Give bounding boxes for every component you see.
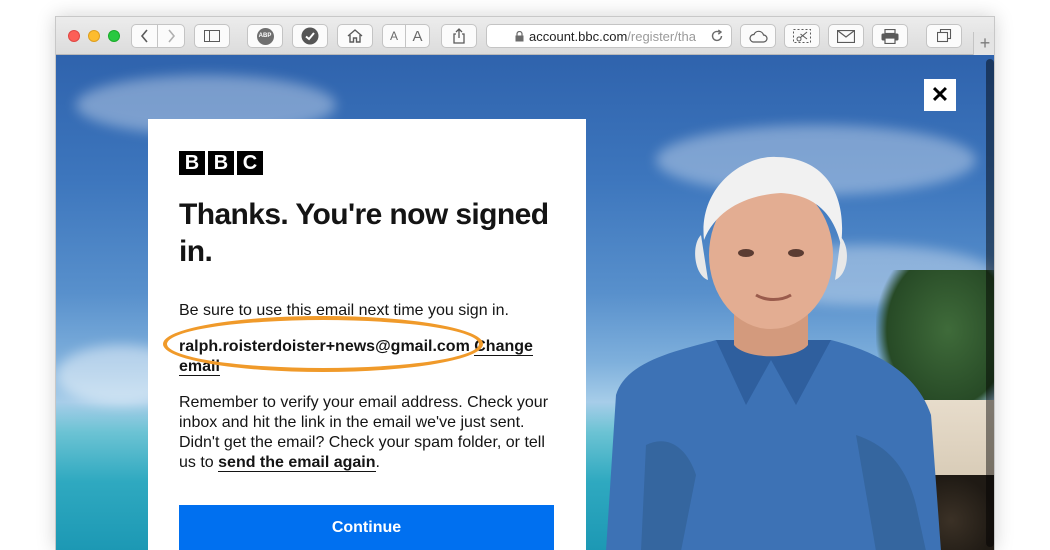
- address-path: /register/tha: [627, 28, 696, 44]
- continue-button[interactable]: Continue: [179, 505, 554, 550]
- tabs-overview-icon: [936, 29, 951, 43]
- font-smaller-button[interactable]: A: [383, 25, 407, 47]
- icloud-tabs-button[interactable]: [740, 24, 776, 48]
- adblock-icon: ABP: [256, 27, 274, 45]
- browser-window: ABP A A account.bbc.com/register/tha + ✕…: [55, 16, 995, 550]
- email-display: ralph.roisterdoister+news@gmail.com Chan…: [179, 337, 559, 377]
- window-close-button[interactable]: [68, 30, 80, 42]
- close-button[interactable]: ✕: [924, 79, 956, 111]
- verify-text: Remember to verify your email address. C…: [179, 393, 559, 473]
- signed-in-email: ralph.roisterdoister+news@gmail.com: [179, 338, 470, 355]
- font-size-group: A A: [382, 24, 430, 48]
- share-button[interactable]: [441, 24, 477, 48]
- back-button[interactable]: [132, 25, 159, 47]
- intro-text: Be sure to use this email next time you …: [179, 302, 509, 319]
- presenter-photo: [606, 156, 941, 550]
- font-larger-button[interactable]: A: [406, 25, 429, 47]
- cloud-icon: [749, 30, 768, 43]
- home-icon: [347, 29, 363, 43]
- chevron-right-icon: [167, 29, 175, 43]
- printer-icon: [881, 28, 899, 44]
- scissors-icon: [793, 29, 811, 43]
- browser-toolbar: ABP A A account.bbc.com/register/tha +: [56, 17, 994, 55]
- mail-button[interactable]: [828, 24, 864, 48]
- address-bar[interactable]: account.bbc.com/register/tha: [486, 24, 732, 48]
- back-forward-group: [131, 24, 185, 48]
- bbc-logo-letter: B: [179, 151, 205, 175]
- new-tab-button[interactable]: +: [973, 32, 994, 55]
- reload-icon[interactable]: [710, 29, 724, 46]
- sidebar-icon: [204, 30, 220, 42]
- forward-button[interactable]: [158, 25, 184, 47]
- page-content: ✕ B B C Thanks. You're now signed in. Be…: [56, 55, 994, 550]
- adblock-button[interactable]: ABP: [247, 24, 283, 48]
- close-icon: ✕: [930, 82, 950, 107]
- print-button[interactable]: [872, 24, 908, 48]
- address-url: account.bbc.com/register/tha: [529, 29, 696, 44]
- window-minimize-button[interactable]: [88, 30, 100, 42]
- share-icon: [453, 28, 465, 44]
- lock-icon: [515, 30, 524, 42]
- window-zoom-button[interactable]: [108, 30, 120, 42]
- extension-check-button[interactable]: [292, 24, 328, 48]
- page-title: Thanks. You're now signed in.: [179, 198, 549, 268]
- clip-button[interactable]: [784, 24, 820, 48]
- signin-confirmation-panel: B B C Thanks. You're now signed in. Be s…: [148, 119, 586, 550]
- checkmark-circle-icon: [301, 27, 319, 45]
- address-host: account.bbc.com: [529, 28, 628, 44]
- bbc-logo: B B C: [179, 151, 263, 175]
- bbc-logo-letter: C: [237, 151, 263, 175]
- sidebar-button[interactable]: [194, 24, 230, 48]
- home-button[interactable]: [337, 24, 373, 48]
- chevron-left-icon: [140, 29, 148, 43]
- envelope-icon: [837, 29, 855, 43]
- verify-text-period: .: [375, 454, 380, 471]
- show-tabs-button[interactable]: [926, 24, 962, 48]
- send-email-again-link[interactable]: send the email again: [218, 454, 376, 472]
- bbc-logo-letter: B: [208, 151, 234, 175]
- vertical-scrollbar[interactable]: [986, 59, 994, 547]
